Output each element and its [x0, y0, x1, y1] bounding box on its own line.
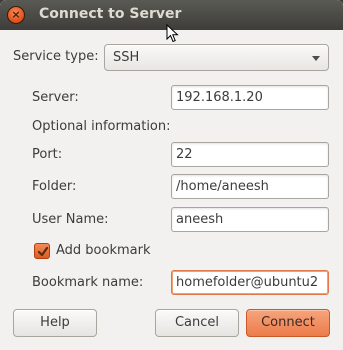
mouse-cursor-icon	[166, 24, 179, 43]
connect-to-server-dialog: × Connect to Server Service type: SSH Se…	[0, 0, 343, 350]
bookmark-name-label: Bookmark name:	[32, 275, 144, 290]
server-label: Server:	[32, 90, 79, 105]
bookmark-name-input[interactable]: homefolder@ubuntu2	[171, 270, 329, 295]
service-type-value: SSH	[113, 50, 140, 65]
chevron-down-icon	[312, 56, 320, 61]
close-icon[interactable]: ×	[7, 6, 25, 24]
cancel-button[interactable]: Cancel	[155, 309, 239, 337]
username-input[interactable]: aneesh	[171, 207, 329, 232]
optional-info-heading: Optional information:	[32, 119, 171, 134]
connect-button[interactable]: Connect	[246, 309, 330, 337]
add-bookmark-label[interactable]: Add bookmark	[56, 243, 151, 258]
add-bookmark-checkbox[interactable]	[34, 243, 50, 259]
folder-input[interactable]: /home/aneesh	[171, 174, 329, 199]
folder-label: Folder:	[32, 179, 77, 194]
service-type-label: Service type:	[13, 49, 99, 64]
checkmark-icon	[37, 246, 49, 257]
service-type-select[interactable]: SSH	[104, 44, 329, 71]
username-label: User Name:	[32, 212, 109, 227]
port-label: Port:	[32, 147, 63, 162]
window-title: Connect to Server	[39, 6, 182, 22]
server-input[interactable]: 192.168.1.20	[171, 85, 329, 110]
port-input[interactable]: 22	[171, 142, 329, 167]
help-button[interactable]: Help	[13, 309, 97, 337]
